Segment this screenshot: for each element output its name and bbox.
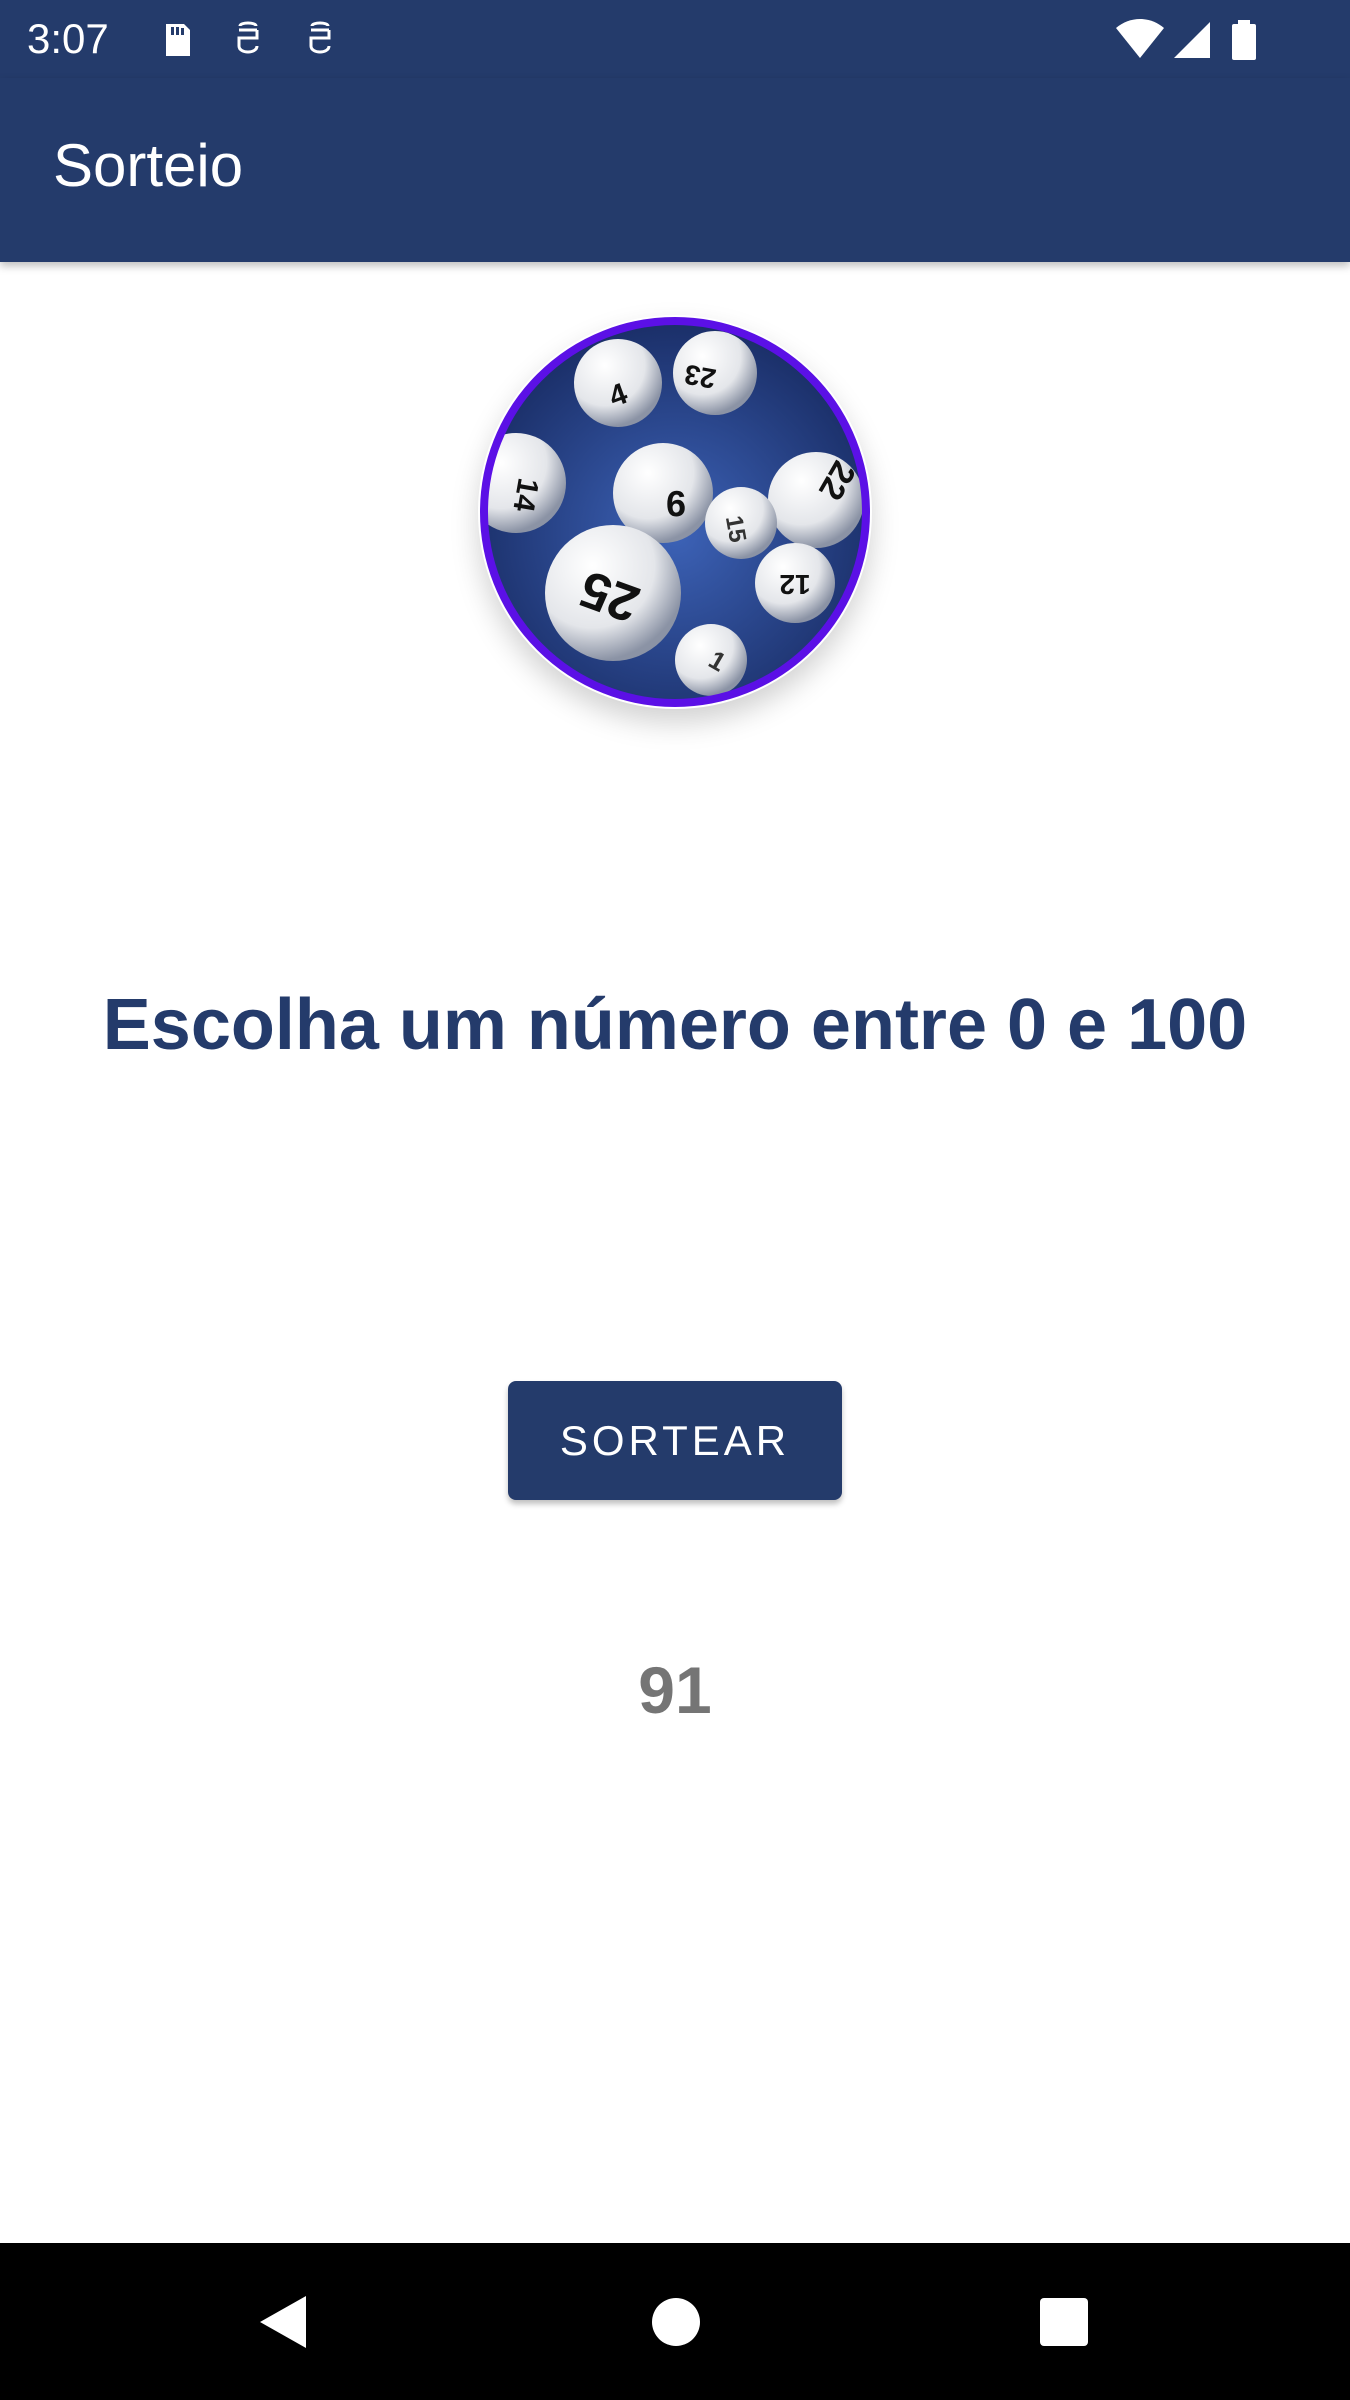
lottery-avatar: 4 23 22 9 14 15 25 12 1 [478,315,872,709]
wifi-icon [1116,19,1164,58]
app-screen: 3:07 Sorteio 4 23 22 9 14 15 25 12 1 Esc… [0,0,1350,2400]
cell-signal-icon [1174,22,1210,58]
app-bar: Sorteio [0,78,1350,262]
navigation-bar [0,2243,1350,2400]
instruction-heading: Escolha um número entre 0 e 100 [102,985,1248,1065]
recents-icon [1039,2297,1088,2346]
lottery-balls-image: 4 23 22 9 14 15 25 12 1 [480,317,870,707]
home-button[interactable] [597,2243,754,2400]
battery-icon [1232,20,1256,60]
back-icon [259,2295,306,2348]
recents-button[interactable] [985,2243,1142,2400]
draw-button[interactable]: SORTEAR [508,1381,842,1500]
ball-number: 23 [682,359,718,395]
app-notification-icon [309,21,331,54]
draw-result: 91 [638,1653,712,1727]
status-time: 3:07 [27,15,109,62]
home-icon [651,2297,700,2346]
ball-number: 12 [779,569,810,600]
app-title: Sorteio [53,132,244,199]
back-button[interactable] [205,2243,362,2400]
app-notification-icon [237,21,259,54]
status-bar: 3:07 [0,0,1350,78]
sd-card-icon [166,24,190,56]
ball-number: 15 [720,514,751,545]
ball-number: 14 [506,476,544,515]
ball-number: 9 [666,483,686,524]
